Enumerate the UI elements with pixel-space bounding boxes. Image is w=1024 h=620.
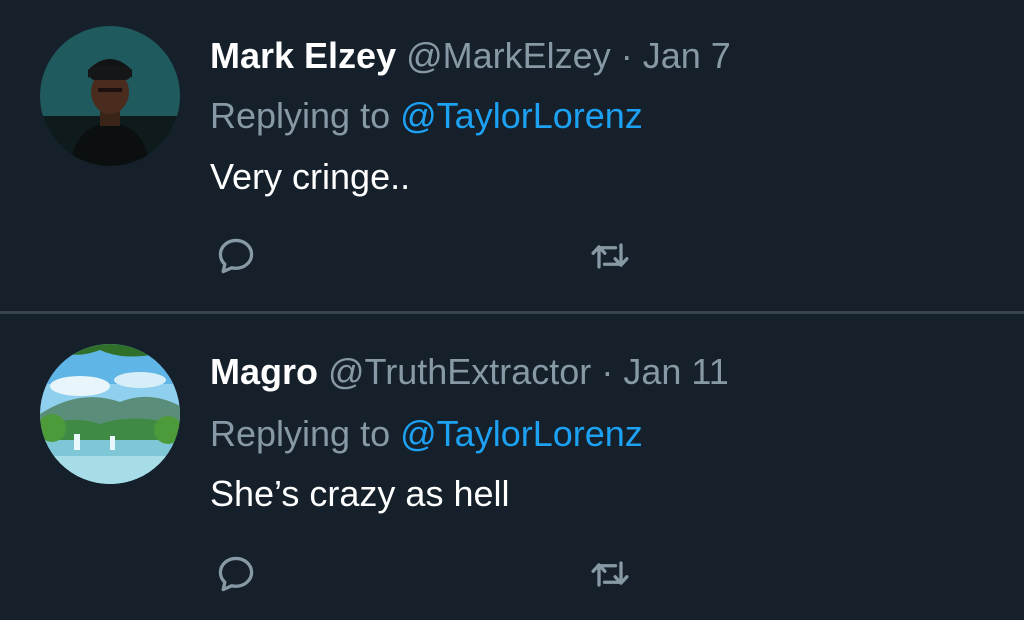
display-name[interactable]: Mark Elzey (210, 35, 396, 76)
user-handle[interactable]: @TruthExtractor (328, 351, 591, 392)
separator-dot: · (601, 351, 614, 392)
tweet-header: Mark Elzey @MarkElzey · Jan 7 (210, 34, 731, 78)
retweet-icon (591, 243, 629, 269)
tweet-date[interactable]: Jan 11 (623, 351, 728, 392)
replying-to-mention[interactable]: @TaylorLorenz (400, 95, 643, 136)
tweet-text: Very cringe.. (210, 156, 411, 197)
portrait-photo (40, 26, 180, 166)
reply-button[interactable] (212, 550, 260, 598)
retweet-button[interactable] (586, 550, 634, 598)
landscape-photo (40, 344, 180, 484)
retweet-icon (591, 561, 629, 587)
tweet[interactable]: Mark Elzey @MarkElzey · Jan 7 Replying t… (0, 0, 1024, 312)
tweet-date[interactable]: Jan 7 (643, 35, 731, 76)
replying-to-line: Replying to @TaylorLorenz (210, 94, 643, 138)
avatar[interactable] (40, 344, 180, 484)
user-handle[interactable]: @MarkElzey (406, 35, 611, 76)
replying-to-line: Replying to @TaylorLorenz (210, 412, 643, 456)
tweet-header: Magro @TruthExtractor · Jan 11 (210, 350, 729, 394)
reply-button[interactable] (212, 232, 260, 280)
replying-to-label: Replying to (210, 413, 391, 454)
reply-icon (218, 238, 254, 274)
avatar[interactable] (40, 26, 180, 166)
replying-to-mention[interactable]: @TaylorLorenz (400, 413, 643, 454)
tweet[interactable]: Magro @TruthExtractor · Jan 11 Replying … (0, 314, 1024, 620)
display-name[interactable]: Magro (210, 351, 318, 392)
tweet-text: She’s crazy as hell (210, 473, 510, 514)
replying-to-label: Replying to (210, 95, 391, 136)
separator-dot: · (620, 35, 633, 76)
reply-icon (218, 556, 254, 592)
reply-feed: Mark Elzey @MarkElzey · Jan 7 Replying t… (0, 0, 1024, 620)
retweet-button[interactable] (586, 232, 634, 280)
